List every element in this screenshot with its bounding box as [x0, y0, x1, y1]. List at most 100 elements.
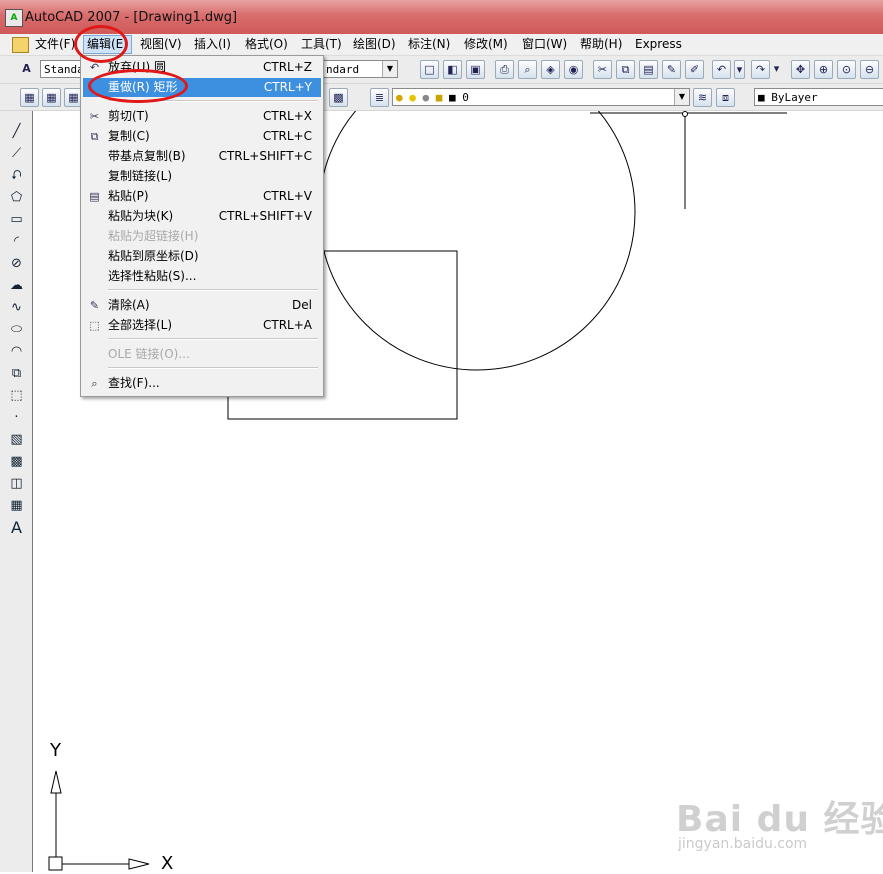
plot-preview-icon[interactable]: ⌕: [518, 60, 537, 79]
region-icon[interactable]: ◫: [8, 475, 25, 492]
point-icon[interactable]: ·: [8, 409, 25, 426]
save-icon[interactable]: ▣: [466, 60, 485, 79]
layer-manager-icon[interactable]: ≣: [370, 88, 389, 107]
menu-item-paste-as-hyperlink: 粘贴为超链接(H): [83, 227, 321, 246]
cut-icon[interactable]: ✂: [593, 60, 612, 79]
menu-separator: [108, 367, 318, 369]
workspace-icon-1[interactable]: ▦: [20, 88, 39, 107]
undo-icon[interactable]: ↶: [712, 60, 731, 79]
circle-icon[interactable]: ⊘: [8, 255, 25, 272]
edit-menu-dropdown: ↶ 放弃(U) 圆 CTRL+Z 重做(R) 矩形 CTRL+Y ✂ 剪切(T)…: [80, 55, 324, 397]
menu-tools[interactable]: 工具(T): [298, 36, 345, 53]
zoom-window-icon[interactable]: ⊙: [837, 60, 856, 79]
menu-insert[interactable]: 插入(I): [191, 36, 234, 53]
match-properties-icon[interactable]: ✎: [662, 60, 681, 79]
arc-icon[interactable]: ◜: [8, 233, 25, 250]
copy-icon: ⧉: [90, 130, 99, 143]
menu-item-cut[interactable]: ✂ 剪切(T) CTRL+X: [83, 107, 321, 126]
layer-state-icon[interactable]: ⧈: [716, 88, 735, 107]
hatch-icon[interactable]: ▧: [8, 431, 25, 448]
menu-item-paste-to-original-coordinates[interactable]: 粘贴到原坐标(D): [83, 247, 321, 266]
table-icon[interactable]: ▦: [8, 497, 25, 514]
light-bulb-icon: ●: [396, 91, 403, 104]
viewport-freeze-icon: ●: [422, 91, 430, 104]
make-layer-current-icon[interactable]: ≋: [693, 88, 712, 107]
menu-help[interactable]: 帮助(H): [577, 36, 625, 53]
menu-item-find[interactable]: ⌕ 查找(F)...: [83, 374, 321, 393]
multiline-text-icon[interactable]: A: [8, 519, 25, 536]
menu-item-copy[interactable]: ⧉ 复制(C) CTRL+C: [83, 127, 321, 146]
menubar-doc-icon[interactable]: [12, 37, 29, 53]
menu-item-label: 选择性粘贴(S)...: [108, 269, 197, 283]
line-icon[interactable]: ╱: [8, 123, 25, 140]
rectangle-icon[interactable]: ▭: [8, 211, 25, 228]
dim-style-combo[interactable]: ndard ▼: [322, 60, 398, 78]
spline-icon[interactable]: ∿: [8, 299, 25, 316]
menu-dimension[interactable]: 标注(N): [405, 36, 453, 53]
menu-item-paste-as-block[interactable]: 粘贴为块(K) CTRL+SHIFT+V: [83, 207, 321, 226]
autocad-app-icon[interactable]: A: [5, 9, 23, 27]
menu-item-clear[interactable]: ✎ 清除(A) Del: [83, 296, 321, 315]
layer-previous-icon[interactable]: ▩: [329, 88, 348, 107]
lock-icon: ■: [435, 91, 443, 104]
zoom-previous-icon[interactable]: ⊖: [860, 60, 879, 79]
gradient-icon[interactable]: ▩: [8, 453, 25, 470]
block-editor-icon[interactable]: ✐: [685, 60, 704, 79]
ucs-icon: [48, 770, 150, 871]
chevron-down-icon[interactable]: ▼: [382, 61, 397, 77]
menu-item-select-all[interactable]: ⬚ 全部选择(L) CTRL+A: [83, 316, 321, 335]
redo-dropdown-icon[interactable]: ▾: [772, 60, 781, 77]
layer-combo[interactable]: ● ● ● ■ ■ 0 ▼: [392, 88, 690, 106]
ucs-y-label: Y: [50, 740, 61, 761]
paste-icon[interactable]: ▤: [639, 60, 658, 79]
drawn-circle[interactable]: [318, 111, 636, 371]
text-style-icon[interactable]: A: [18, 60, 35, 77]
grip-marker[interactable]: [682, 111, 688, 117]
layer-value: 0: [462, 91, 469, 104]
polygon-icon[interactable]: ⬠: [8, 189, 25, 206]
menu-draw[interactable]: 绘图(D): [350, 36, 399, 53]
insert-block-icon[interactable]: ⧉: [8, 365, 25, 382]
publish-icon[interactable]: ◈: [541, 60, 560, 79]
menu-express[interactable]: Express: [632, 36, 685, 53]
menu-item-copy-with-basepoint[interactable]: 带基点复制(B) CTRL+SHIFT+C: [83, 147, 321, 166]
pan-icon[interactable]: ✥: [791, 60, 810, 79]
menu-item-label: 复制链接(L): [108, 169, 173, 183]
menu-window[interactable]: 窗口(W): [519, 36, 570, 53]
redo-icon[interactable]: ↷: [751, 60, 770, 79]
revision-cloud-icon[interactable]: ☁: [8, 277, 25, 294]
zoom-realtime-icon[interactable]: ⊕: [814, 60, 833, 79]
menu-item-paste-special[interactable]: 选择性粘贴(S)...: [83, 267, 321, 286]
menu-item-label: 清除(A): [108, 298, 150, 312]
menu-view[interactable]: 视图(V): [137, 36, 185, 53]
menu-item-label: 粘贴(P): [108, 189, 149, 203]
annotation-circle-redo-item: [88, 69, 188, 103]
menu-item-copy-link[interactable]: 复制链接(L): [83, 167, 321, 186]
chevron-down-icon[interactable]: ▼: [674, 89, 689, 105]
menu-separator: [108, 338, 318, 340]
draw-toolbar: ╱ ⟋ ⮏ ⬠ ▭ ◜ ⊘ ☁ ∿ ⬭ ◠ ⧉ ⬚ · ▧ ▩ ◫ ▦ A: [0, 111, 33, 872]
menu-format[interactable]: 格式(O): [242, 36, 291, 53]
menu-file[interactable]: 文件(F): [32, 36, 78, 53]
color-value: ByLayer: [771, 91, 818, 104]
ellipse-arc-icon[interactable]: ◠: [8, 343, 25, 360]
polyline-icon[interactable]: ⮏: [8, 167, 25, 184]
plot-icon[interactable]: ⎙: [495, 60, 514, 79]
ellipse-icon[interactable]: ⬭: [8, 321, 25, 338]
3d-dwf-icon[interactable]: ◉: [564, 60, 583, 79]
scissors-icon: ✂: [89, 110, 100, 123]
copy-icon[interactable]: ⧉: [616, 60, 635, 79]
annotation-circle-edit-menu: [74, 25, 128, 63]
make-block-icon[interactable]: ⬚: [8, 387, 25, 404]
construction-line-icon[interactable]: ⟋: [8, 145, 25, 162]
watermark-logo: Bai du 经验: [676, 799, 883, 840]
menu-modify[interactable]: 修改(M): [461, 36, 511, 53]
undo-dropdown-icon[interactable]: ▾: [734, 60, 745, 79]
menu-item-label: 粘贴为块(K): [108, 209, 174, 223]
new-icon[interactable]: □: [420, 60, 439, 79]
workspace-icon-2[interactable]: ▦: [42, 88, 61, 107]
menu-item-paste[interactable]: ▤ 粘贴(P) CTRL+V: [83, 187, 321, 206]
color-control-combo[interactable]: ■ ByLayer: [754, 88, 883, 106]
open-icon[interactable]: ◧: [443, 60, 462, 79]
menu-item-shortcut: CTRL+Y: [263, 80, 312, 94]
